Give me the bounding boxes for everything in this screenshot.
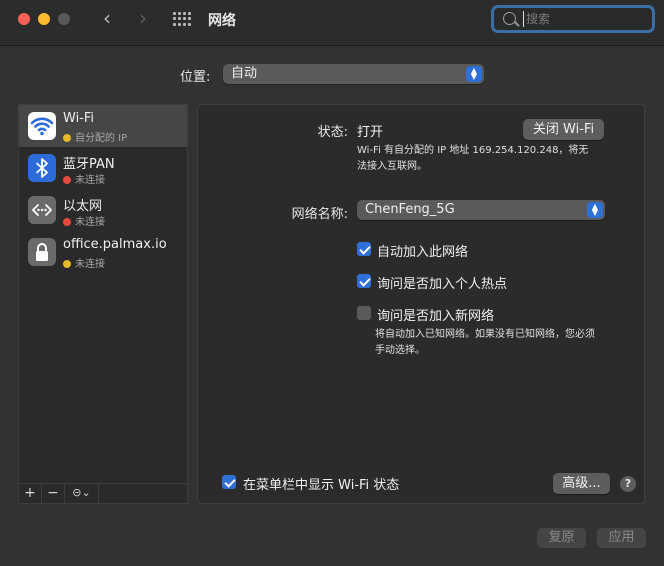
new-network-description: 将自动加入已知网络。如果没有已知网络，您必须 手动选择。 bbox=[375, 329, 595, 356]
ask-new-network-label: 询问是否加入新网络 bbox=[377, 309, 495, 324]
minimize-window-button[interactable] bbox=[38, 13, 50, 25]
auto-join-checkbox[interactable] bbox=[357, 242, 371, 256]
ask-hotspot-label: 询问是否加入个人热点 bbox=[377, 277, 508, 292]
service-name: office.palmax.io bbox=[63, 237, 167, 252]
status-value: 打开 bbox=[357, 125, 384, 140]
network-name-value: ChenFeng_5G bbox=[365, 202, 455, 217]
search-field[interactable] bbox=[491, 5, 655, 33]
service-name: 蓝牙PAN bbox=[63, 157, 115, 172]
popup-arrows-icon: ▲ ▼ bbox=[587, 202, 603, 218]
ask-new-network-checkbox[interactable] bbox=[357, 306, 371, 320]
ethernet-icon bbox=[28, 196, 56, 224]
service-list-toolbar: + − ⊝⌄ bbox=[18, 484, 188, 504]
forward-arrow-icon[interactable]: › bbox=[132, 8, 154, 30]
status-dot-icon bbox=[63, 134, 71, 142]
show-in-menubar-label: 在菜单栏中显示 Wi-Fi 状态 bbox=[243, 478, 400, 493]
help-button[interactable]: ? bbox=[620, 476, 636, 492]
window-title: 网络 bbox=[208, 13, 236, 29]
service-name: 以太网 bbox=[63, 199, 103, 214]
service-status: 未连接 bbox=[63, 213, 105, 228]
revert-button[interactable]: 复原 bbox=[537, 528, 586, 548]
service-item-ethernet[interactable]: 以太网 未连接 bbox=[19, 189, 187, 231]
status-dot-icon bbox=[63, 260, 71, 268]
zoom-window-button[interactable] bbox=[58, 13, 70, 25]
search-icon bbox=[503, 12, 516, 25]
service-item-bluetooth-pan[interactable]: 蓝牙PAN 未连接 bbox=[19, 147, 187, 189]
network-name-popup[interactable]: ChenFeng_5G ▲ ▼ bbox=[357, 200, 605, 220]
service-item-vpn[interactable]: office.palmax.io 未连接 bbox=[19, 231, 187, 273]
turn-off-wifi-button[interactable]: 关闭 Wi-Fi bbox=[523, 119, 604, 140]
title-bar: ‹ › 网络 bbox=[0, 0, 664, 46]
popup-arrows-icon: ▲ ▼ bbox=[466, 66, 482, 82]
apply-button[interactable]: 应用 bbox=[597, 528, 646, 548]
service-status: 未连接 bbox=[63, 171, 105, 186]
service-name: Wi-Fi bbox=[63, 111, 95, 126]
advanced-button[interactable]: 高级... bbox=[553, 473, 610, 494]
status-dot-icon bbox=[63, 218, 71, 226]
add-service-button[interactable]: + bbox=[19, 484, 42, 503]
search-input[interactable] bbox=[523, 11, 643, 27]
service-item-wifi[interactable]: Wi-Fi 自分配的 IP bbox=[19, 105, 187, 147]
action-menu-button[interactable]: ⊝⌄ bbox=[65, 484, 99, 503]
status-label: 状态: bbox=[317, 125, 348, 140]
status-dot-icon bbox=[63, 176, 71, 184]
ask-hotspot-checkbox[interactable] bbox=[357, 274, 371, 288]
wifi-icon bbox=[28, 112, 56, 140]
network-name-label: 网络名称: bbox=[291, 207, 348, 222]
location-popup[interactable]: 自动 ▲ ▼ bbox=[223, 64, 484, 84]
show-in-menubar-checkbox[interactable] bbox=[222, 475, 236, 489]
show-all-grid-icon[interactable] bbox=[173, 12, 191, 26]
location-value: 自动 bbox=[231, 66, 258, 81]
lock-icon bbox=[28, 238, 56, 266]
remove-service-button[interactable]: − bbox=[42, 484, 65, 503]
bluetooth-icon bbox=[28, 154, 56, 182]
back-arrow-icon[interactable]: ‹ bbox=[96, 8, 118, 30]
service-status: 未连接 bbox=[63, 255, 105, 270]
service-list: Wi-Fi 自分配的 IP 蓝牙PAN 未连接 以太网 未连接 office.p… bbox=[18, 104, 188, 484]
close-window-button[interactable] bbox=[18, 13, 30, 25]
location-label: 位置: bbox=[180, 70, 211, 85]
auto-join-label: 自动加入此网络 bbox=[377, 245, 469, 260]
status-description: Wi-Fi 有自分配的 IP 地址 169.254.120.248，将无 法接入互… bbox=[357, 145, 589, 172]
service-status: 自分配的 IP bbox=[63, 129, 127, 144]
